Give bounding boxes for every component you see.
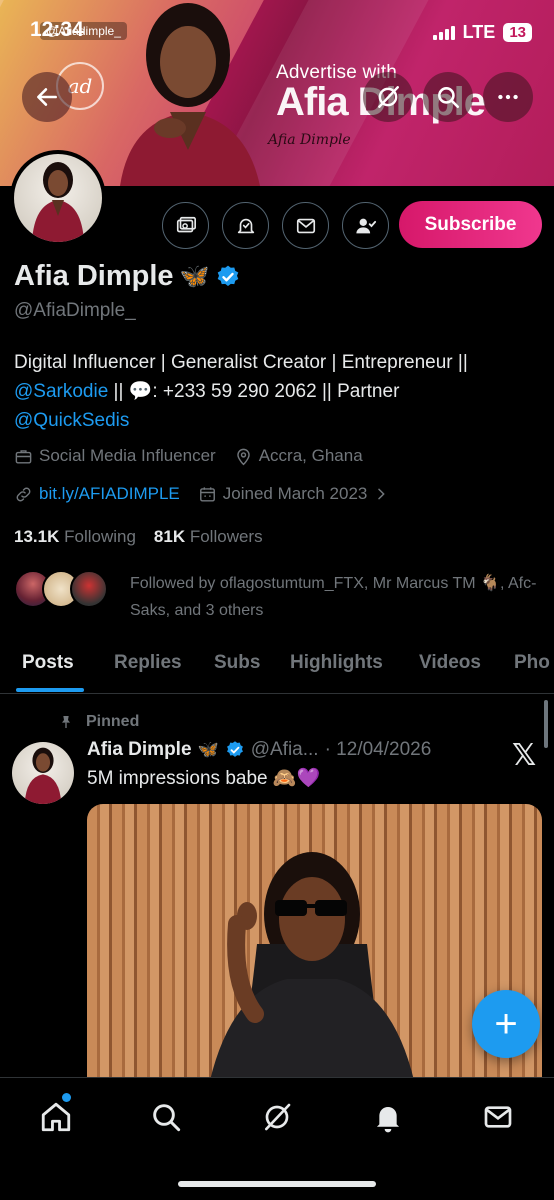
link-icon [16,487,31,501]
tab-photos[interactable]: Pho [514,652,550,674]
post-avatar[interactable] [12,742,74,804]
person-check-icon [355,218,376,233]
post-author-name[interactable]: Afia Dimple [87,739,192,761]
status-bar-right: LTE 13 [432,22,532,43]
profile-meta-row-1: Social Media Influencer Accra, Ghana [14,446,363,466]
nav-notifications[interactable] [368,1097,408,1137]
post-photo [207,852,417,1094]
signal-icon [432,25,455,40]
verified-badge-icon [226,741,243,757]
post-header: Afia Dimple 🦋 @Afia... · 12/04/2026 [87,739,431,761]
search-icon [438,87,460,109]
more-icon [498,94,518,100]
grok-icon [265,1103,291,1131]
back-button[interactable] [22,72,72,122]
home-icon [41,1102,71,1132]
tab-videos[interactable]: Videos [419,652,481,674]
post-author-handle[interactable]: @Afia... [251,739,319,761]
mention-quicksedis[interactable]: @QuickSedis [14,410,129,431]
notifications-toggle-button[interactable] [222,202,269,249]
scrollbar[interactable] [544,700,548,748]
avatar-image [32,162,84,242]
post-date: · 12/04/2026 [324,739,432,760]
tab-subs[interactable]: Subs [214,652,260,674]
joined-label: Joined March 2023 [222,484,368,503]
subscribe-button[interactable]: Subscribe [399,201,542,248]
profile-website[interactable]: bit.ly/AFIADIMPLE [14,484,180,504]
profile-name-text: Afia Dimple [14,260,174,292]
profile-location: Accra, Ghana [234,446,363,466]
network-label: LTE [462,22,496,42]
mail-icon [484,1106,512,1128]
website-link[interactable]: bit.ly/AFIADIMPLE [39,484,180,504]
profile-tabs: Posts Replies Subs Highlights Videos Pho [0,640,554,694]
briefcase-icon [15,449,32,464]
grok-button[interactable] [363,72,413,122]
bio-mid: || 💬: +233 59 290 2062 || Partner [108,381,400,402]
more-button[interactable] [483,72,533,122]
nav-search[interactable] [146,1097,186,1137]
notification-dot [62,1093,71,1102]
post-text: 5M impressions babe 🙈💜 [87,768,321,789]
profile-meta-row-2: bit.ly/AFIADIMPLE Joined March 2023 [14,484,389,504]
profile-name: Afia Dimple 🦋 [14,260,241,293]
nav-grok[interactable] [257,1097,297,1137]
followed-by-avatars[interactable] [14,570,108,608]
x-logo-icon: 𝕏 [512,739,537,772]
mail-icon [296,218,315,233]
home-indicator[interactable] [178,1181,376,1187]
profile-action-icons [162,202,389,249]
tab-highlights[interactable]: Highlights [290,652,383,674]
pin-icon [62,716,70,728]
tab-posts[interactable]: Posts [22,652,74,674]
bell-check-icon [237,218,254,233]
avatar-image [24,747,62,804]
following-button[interactable] [342,202,389,249]
battery-icon: 13 [503,23,532,42]
butterfly-emoji: 🦋 [179,263,210,290]
search-button[interactable] [423,72,473,122]
profile-bio: Digital Influencer | Generalist Creator … [14,348,544,435]
status-time: 12:34 [30,18,84,41]
nav-home[interactable] [36,1097,76,1137]
profile-joined[interactable]: Joined March 2023 [198,484,390,504]
grok-icon [378,86,399,108]
chevron-right-icon [378,488,386,500]
nav-messages[interactable] [478,1097,518,1137]
post-image[interactable] [87,804,542,1094]
followers-count[interactable]: 81K Followers [154,527,263,547]
following-count[interactable]: 13.1K Following [14,527,136,547]
followed-by-text[interactable]: Followed by oflagostumtum_FTX, Mr Marcus… [130,570,540,624]
profile-handle: @AfiaDimple_ [14,300,136,321]
pinned-text: Pinned [86,713,140,730]
calendar-icon [199,486,215,502]
bell-icon [376,1107,400,1133]
profile-avatar[interactable] [10,150,106,246]
compose-post-button[interactable]: + [472,990,540,1058]
active-tab-indicator [16,688,84,692]
banner-signature: Afia Dimple [268,132,351,148]
tab-replies[interactable]: Replies [114,652,182,674]
bio-line1: Digital Influencer | Generalist Creator … [14,352,468,373]
category-label: Social Media Influencer [39,446,216,465]
follow-counts: 13.1K Following 81K Followers [14,527,263,547]
search-icon [153,1104,181,1132]
verified-badge-icon[interactable] [215,264,241,290]
profile-category: Social Media Influencer [14,446,216,466]
avatar [70,570,108,608]
location-label: Accra, Ghana [258,446,363,465]
money-icon [176,216,196,232]
mention-sarkodie[interactable]: @Sarkodie [14,381,108,402]
location-pin-icon [236,448,250,465]
message-button[interactable] [282,202,329,249]
tips-button[interactable] [162,202,209,249]
arrow-left-icon [37,88,57,106]
pinned-label: Pinned [58,713,139,731]
butterfly-emoji: 🦋 [197,740,219,759]
